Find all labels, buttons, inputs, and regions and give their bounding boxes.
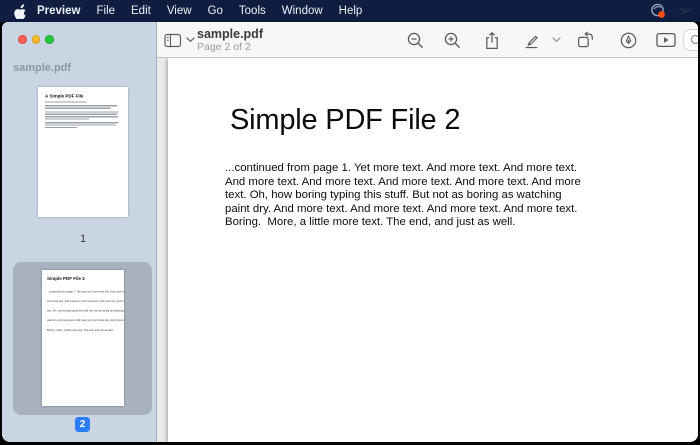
sidebar-toggle-icon[interactable]	[162, 22, 184, 58]
thumbnail-page-2-selected[interactable]: Simple PDF File 2 ...continued from page…	[13, 262, 152, 415]
pdf-body-line: ...continued from page 1. Yet more text.…	[225, 162, 581, 176]
thumb2-body: ...continued from page 1. Yet more text.…	[47, 284, 119, 338]
document-title-block: sample.pdf Page 2 of 2	[197, 27, 263, 53]
zoom-button[interactable]	[45, 35, 54, 44]
traffic-lights	[18, 35, 54, 44]
minimize-button[interactable]	[32, 35, 41, 44]
thumb1-title: A Simple PDF File	[45, 94, 121, 99]
page-2-badge: 2	[75, 417, 90, 432]
share-icon[interactable]	[482, 22, 502, 58]
toolbar: sample.pdf Page 2 of 2	[157, 22, 698, 58]
menubar: Preview File Edit View Go Tools Window H…	[0, 0, 700, 22]
thumb2-title: Simple PDF File 2	[47, 276, 119, 281]
screen: Preview File Edit View Go Tools Window H…	[0, 0, 700, 445]
menu-view[interactable]: View	[159, 0, 200, 22]
apple-menu-icon[interactable]	[13, 4, 26, 19]
thumbnail-page-2[interactable]: Simple PDF File 2 ...continued from page…	[42, 270, 124, 406]
pdf-body-line: Boring. More, a little more text. The en…	[225, 216, 581, 230]
preview-window: sample.pdf A Simple PDF File 1 Simple PD…	[2, 22, 698, 442]
slideshow-icon[interactable]	[654, 22, 678, 58]
menu-tools[interactable]: Tools	[231, 0, 274, 22]
search-icon	[690, 34, 698, 47]
pdf-page: Simple PDF File 2 ...continued from page…	[168, 58, 698, 442]
sidebar-filename: sample.pdf	[13, 62, 71, 74]
markup-dropdown-chevron-icon[interactable]	[549, 22, 563, 58]
document-title: sample.pdf	[197, 27, 263, 41]
zoom-out-icon[interactable]	[404, 22, 426, 58]
thumbnail-page-1[interactable]: A Simple PDF File	[38, 87, 128, 217]
thumbnail-sidebar: sample.pdf A Simple PDF File 1 Simple PD…	[2, 22, 157, 442]
markup-pencil-icon[interactable]	[520, 22, 542, 58]
send-arrow-icon[interactable]	[674, 4, 694, 18]
close-button[interactable]	[18, 35, 27, 44]
status-circle-icon[interactable]	[650, 3, 667, 19]
menu-window[interactable]: Window	[274, 0, 331, 22]
pdf-body-line: paint dry. And more text. And more text.…	[225, 203, 581, 217]
menu-edit[interactable]: Edit	[123, 0, 159, 22]
document-view[interactable]: Simple PDF File 2 ...continued from page…	[157, 58, 698, 442]
pdf-body-line: text. Oh, how boring typing this stuff. …	[225, 189, 581, 203]
pdf-body-line: And more text. And more text. And more t…	[225, 176, 581, 190]
search-field[interactable]	[683, 29, 698, 51]
pdf-body: ...continued from page 1. Yet more text.…	[225, 162, 581, 230]
menu-go[interactable]: Go	[200, 0, 231, 22]
menu-file[interactable]: File	[88, 0, 123, 22]
main-area: sample.pdf Page 2 of 2	[157, 22, 698, 442]
form-fill-pen-icon[interactable]	[617, 22, 639, 58]
sidebar-dropdown-chevron-icon[interactable]	[184, 22, 196, 58]
page-1-label: 1	[38, 233, 128, 245]
zoom-in-icon[interactable]	[441, 22, 463, 58]
pdf-heading: Simple PDF File 2	[230, 104, 460, 137]
page-indicator: Page 2 of 2	[197, 41, 263, 53]
menu-preview[interactable]: Preview	[26, 0, 88, 22]
rotate-icon[interactable]	[574, 22, 596, 58]
menu-help[interactable]: Help	[331, 0, 371, 22]
